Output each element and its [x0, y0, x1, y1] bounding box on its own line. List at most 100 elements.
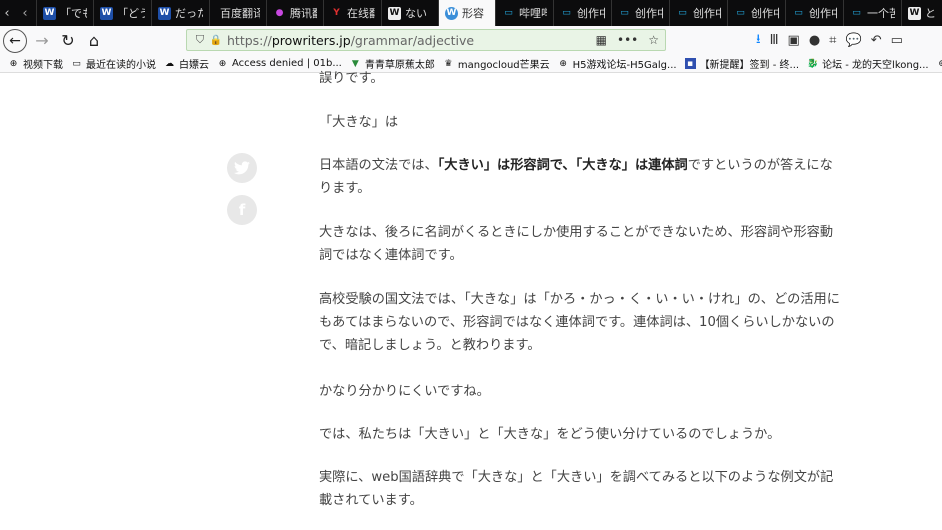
word-icon: W	[43, 6, 56, 20]
twitter-share-icon[interactable]	[227, 153, 257, 183]
page-content: f 誤りです。 「大きな」は 日本語の文法では、「大きい」は形容詞で、「大きな」…	[0, 71, 942, 530]
paragraph: 誤りです。	[319, 71, 384, 86]
reload-button[interactable]: ↻	[55, 28, 81, 54]
tab-label: 「でも	[60, 7, 87, 20]
globe-icon: ⊕	[218, 58, 227, 69]
toolbar-right: ⭳ Ⅲ ▣ ● ⌗ 💬 ↶ ▭	[756, 26, 903, 55]
screenshot-icon[interactable]: ⌗	[829, 33, 836, 48]
paragraph: 「大きな」は	[319, 115, 399, 130]
tabs-container: W 「でも W 「どう W だった 百度翻译 ● 腾讯翻 Y 在线翻 W ない W 形容 ▭ 哔哩哔 ▭ 创作中 ▭ 创…	[36, 0, 941, 26]
cloud-icon: ☁	[165, 58, 174, 69]
tencent-icon: ●	[275, 8, 284, 18]
home-button[interactable]: ⌂	[81, 28, 107, 54]
paragraph: 高校受験の国文法では、「大きな」は「かろ・かっ・く・い・い・けれ」の、どの活用に…	[319, 292, 840, 353]
word-icon: W	[100, 6, 113, 20]
tab-label: 创作中	[693, 7, 721, 20]
facebook-share-icon[interactable]: f	[227, 195, 257, 225]
qr-code-icon[interactable]: ▦	[596, 33, 607, 47]
bilibili-icon: ▭	[736, 8, 745, 18]
tab-label: 哔哩哔	[519, 7, 547, 20]
tab-label: 创作中	[577, 7, 605, 20]
tab-label: 创作中	[751, 7, 779, 20]
address-bar-actions: ▦ ••• ☆	[596, 30, 659, 50]
tab-label: 形容	[462, 7, 484, 20]
tab-label: ない	[405, 7, 427, 20]
browser-tab[interactable]: ▭ 创作中	[669, 0, 727, 26]
bookmark-label: 最近在读的小说	[86, 60, 156, 71]
browser-tab[interactable]: ▭ 哔哩哔	[495, 0, 553, 26]
tab-label: 腾讯翻	[290, 7, 317, 20]
word-icon: W	[158, 6, 171, 20]
back-button[interactable]: ←	[3, 28, 27, 53]
chat-icon[interactable]: 💬	[846, 33, 862, 48]
tab-scroll-left-icon[interactable]: ‹	[14, 0, 36, 26]
browser-tab[interactable]: ▭ 创作中	[727, 0, 785, 26]
undo-icon[interactable]: ↶	[871, 33, 882, 48]
browser-tab[interactable]: W だった	[151, 0, 209, 26]
browser-tab[interactable]: ▭ 创作中	[785, 0, 843, 26]
browser-tab[interactable]: ● 腾讯翻	[266, 0, 323, 26]
y-icon: Y	[333, 8, 340, 18]
globe-icon: ⊕	[937, 58, 942, 69]
download-icon[interactable]: ⭳	[756, 30, 761, 52]
bilibili-icon: ▭	[794, 8, 803, 18]
bilibili-icon: ▭	[504, 8, 513, 18]
tab-bar: ‹ ‹ W 「でも W 「どう W だった 百度翻译 ● 腾讯翻 Y 在线翻 W ない W 形容 ▭ 哔哩哔 ▭ 创…	[0, 0, 942, 26]
tab-label: 「どう	[117, 7, 145, 20]
browser-tab[interactable]: ▭ 创作中	[611, 0, 669, 26]
bookmark-item[interactable]: ▭ 最近在读的小说	[71, 56, 156, 72]
browser-tab[interactable]: W 「でも	[36, 0, 93, 26]
bookmark-label: 白嫖云	[179, 60, 209, 71]
paragraph-bold: 「大きい」は形容詞で、「大きな」は連体詞	[437, 158, 688, 173]
tab-label: 创作中	[635, 7, 663, 20]
tab-label: 在线翻	[347, 7, 375, 20]
paragraph-text: 日本語の文法では、	[319, 158, 438, 173]
prowriters-icon: W	[445, 6, 458, 20]
bookmark-star-icon[interactable]: ☆	[648, 33, 659, 47]
browser-tab[interactable]: ▭ 一个苦	[843, 0, 901, 26]
page-actions-icon[interactable]: •••	[617, 33, 638, 47]
browser-tab[interactable]: W ない	[381, 0, 438, 26]
tab-label: だった	[175, 7, 203, 20]
browser-tab[interactable]: 百度翻译	[209, 0, 266, 26]
bookmark-item[interactable]: ⊕绯月Ga	[937, 56, 942, 71]
bookmark-item[interactable]: ☁ 白嫖云	[164, 56, 209, 72]
extension-icon[interactable]: ▭	[891, 33, 903, 48]
url-protocol: https://	[227, 32, 272, 48]
bilibili-icon: ▭	[562, 8, 571, 18]
bookmark-item[interactable]: ⊕ 视频下载	[8, 56, 63, 72]
w-square-icon: W	[388, 6, 401, 20]
navigation-bar: ← → ↻ ⌂ ⛉ 🔒 https://prowriters.jp/gramma…	[0, 26, 942, 55]
tab-label: 一个苦	[867, 7, 895, 20]
tab-scroll-left-icon[interactable]: ‹	[0, 0, 14, 26]
tab-label: 创作中	[809, 7, 837, 20]
tracking-shield-icon[interactable]: ⛉	[191, 33, 209, 47]
paragraph: かなり分かりにくいですね。	[319, 384, 490, 399]
paragraph: 実際に、web国語辞典で「大きな」と「大きい」を調べてみると以下のような例文が記…	[319, 470, 834, 508]
url-path: /grammar/adjective	[350, 32, 475, 48]
library-icon[interactable]: Ⅲ	[770, 33, 779, 48]
account-icon[interactable]: ●	[809, 33, 820, 48]
browser-tab[interactable]: W 形容	[438, 0, 495, 26]
paragraph: 大きなは、後ろに名詞がくるときにしか使用することができないため、形容詞や形容動詞…	[319, 225, 834, 263]
w-square-icon: W	[908, 6, 921, 20]
tab-label: と	[925, 7, 935, 20]
browser-tab[interactable]: ▭ 创作中	[553, 0, 611, 26]
address-bar[interactable]: ⛉ 🔒 https://prowriters.jp/grammar/adject…	[186, 29, 666, 51]
tab-label: 百度翻译	[220, 7, 260, 20]
browser-tab[interactable]: W 「どう	[93, 0, 151, 26]
url-host: prowriters.jp	[271, 32, 351, 48]
folder-icon: ▭	[72, 58, 81, 69]
sidebar-icon[interactable]: ▣	[788, 33, 800, 48]
bilibili-icon: ▭	[620, 8, 629, 18]
browser-tab[interactable]: Wと	[901, 0, 941, 26]
lock-icon[interactable]: 🔒	[209, 35, 223, 46]
browser-tab[interactable]: Y 在线翻	[323, 0, 381, 26]
bilibili-icon: ▭	[678, 8, 687, 18]
globe-icon: ⊕	[9, 58, 18, 69]
bilibili-icon: ▭	[852, 8, 861, 18]
paragraph: 日本語の文法では、「大きい」は形容詞で、「大きな」は連体詞ですというのが答えにな…	[319, 154, 841, 200]
paragraph: では、私たちは「大きい」と「大きな」をどう使い分けているのでしょうか。	[319, 427, 781, 442]
forward-button[interactable]: →	[29, 28, 55, 54]
bookmark-label: 视频下载	[23, 60, 63, 71]
